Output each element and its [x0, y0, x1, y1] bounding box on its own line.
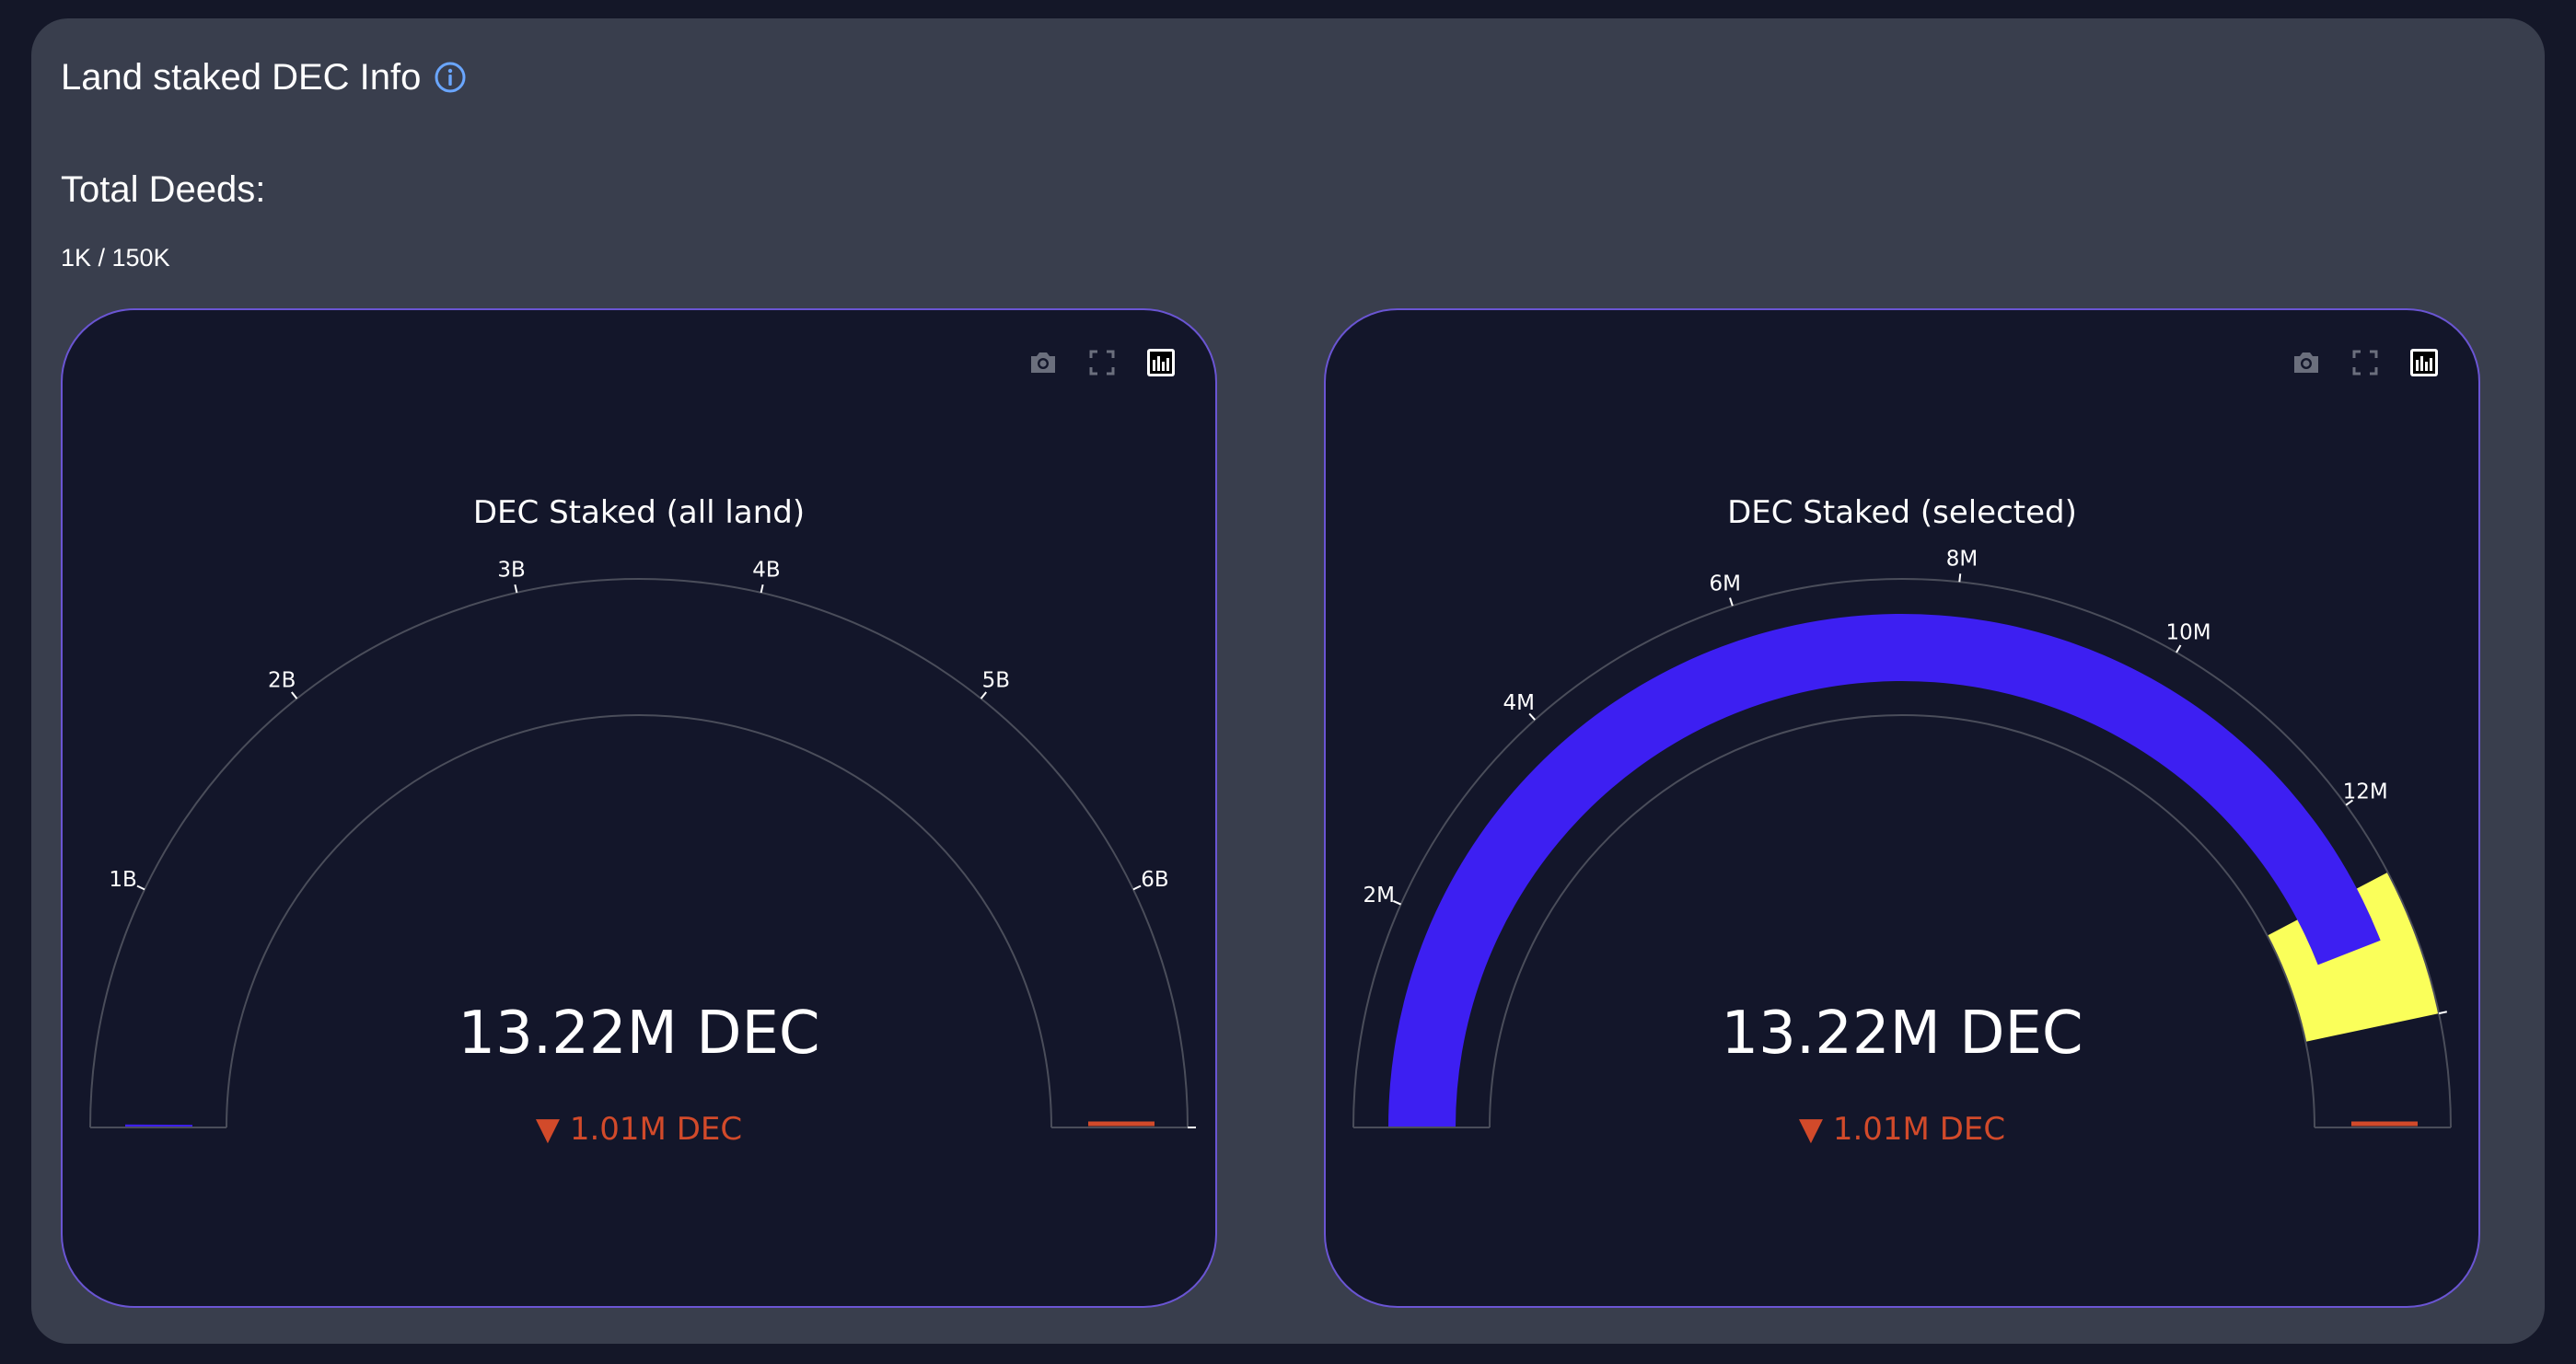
gauge-tick: [291, 691, 298, 699]
gauge-tick: [1958, 573, 1962, 583]
gauge-value: 13.22M DEC: [458, 1000, 820, 1068]
panel-header: Land staked DEC Info: [61, 55, 469, 99]
gauge-tick-label: 8M: [1946, 547, 1978, 571]
total-deeds-value: 1K / 150K: [61, 244, 170, 272]
gauge-tick: [1729, 597, 1734, 607]
gauge-tick-label: 1B: [109, 868, 136, 892]
gauge-svg: 1B 2B 3B 4B 5B 6B: [89, 559, 1196, 1128]
gauge-svg: 2M 4M 6M 8M 10M 12M: [1352, 547, 2452, 1128]
gauge-tick: [760, 584, 764, 594]
gauge-delta: ▼ 1.01M DEC: [535, 1111, 743, 1148]
gauge-tick-label: 2M: [1363, 884, 1395, 907]
gauge-tick-label: 12M: [2343, 780, 2388, 803]
total-deeds-label: Total Deeds:: [61, 169, 266, 210]
gauge-card-all-land: DEC Staked (all land) 1B 2B 3B 4B 5B 6B 13.22…: [61, 308, 1217, 1308]
gauge-tick: [980, 691, 987, 699]
gauge-tick-label: 10M: [2165, 620, 2210, 644]
gauge-tick: [136, 884, 145, 891]
gauge-tick: [514, 584, 518, 594]
gauge-tick-label: 5B: [982, 669, 1010, 693]
gauge-tick-label: 6B: [1141, 868, 1168, 892]
gauge-delta: ▼ 1.01M DEC: [1798, 1111, 2006, 1148]
gauge-tick-label: 4B: [752, 559, 780, 583]
gauge-tick: [1132, 884, 1142, 891]
gauge-value: 13.22M DEC: [1721, 1000, 2083, 1068]
gauge-tick-label: 4M: [1503, 691, 1535, 715]
gauge-tick-label: 6M: [1710, 572, 1741, 595]
info-circle-icon[interactable]: [432, 59, 469, 96]
gauge-tick-label: 2B: [268, 669, 296, 693]
land-staked-dec-panel: Land staked DEC Info Total Deeds: 1K / 1…: [31, 18, 2545, 1344]
gauge-tick-label: 3B: [497, 559, 525, 583]
gauge-tick: [2176, 644, 2182, 653]
panel-title: Land staked DEC Info: [61, 57, 422, 98]
gauge-card-selected: DEC Staked (selected) 2M 4M 6M 8M 10M 12M 13.…: [1324, 308, 2480, 1308]
